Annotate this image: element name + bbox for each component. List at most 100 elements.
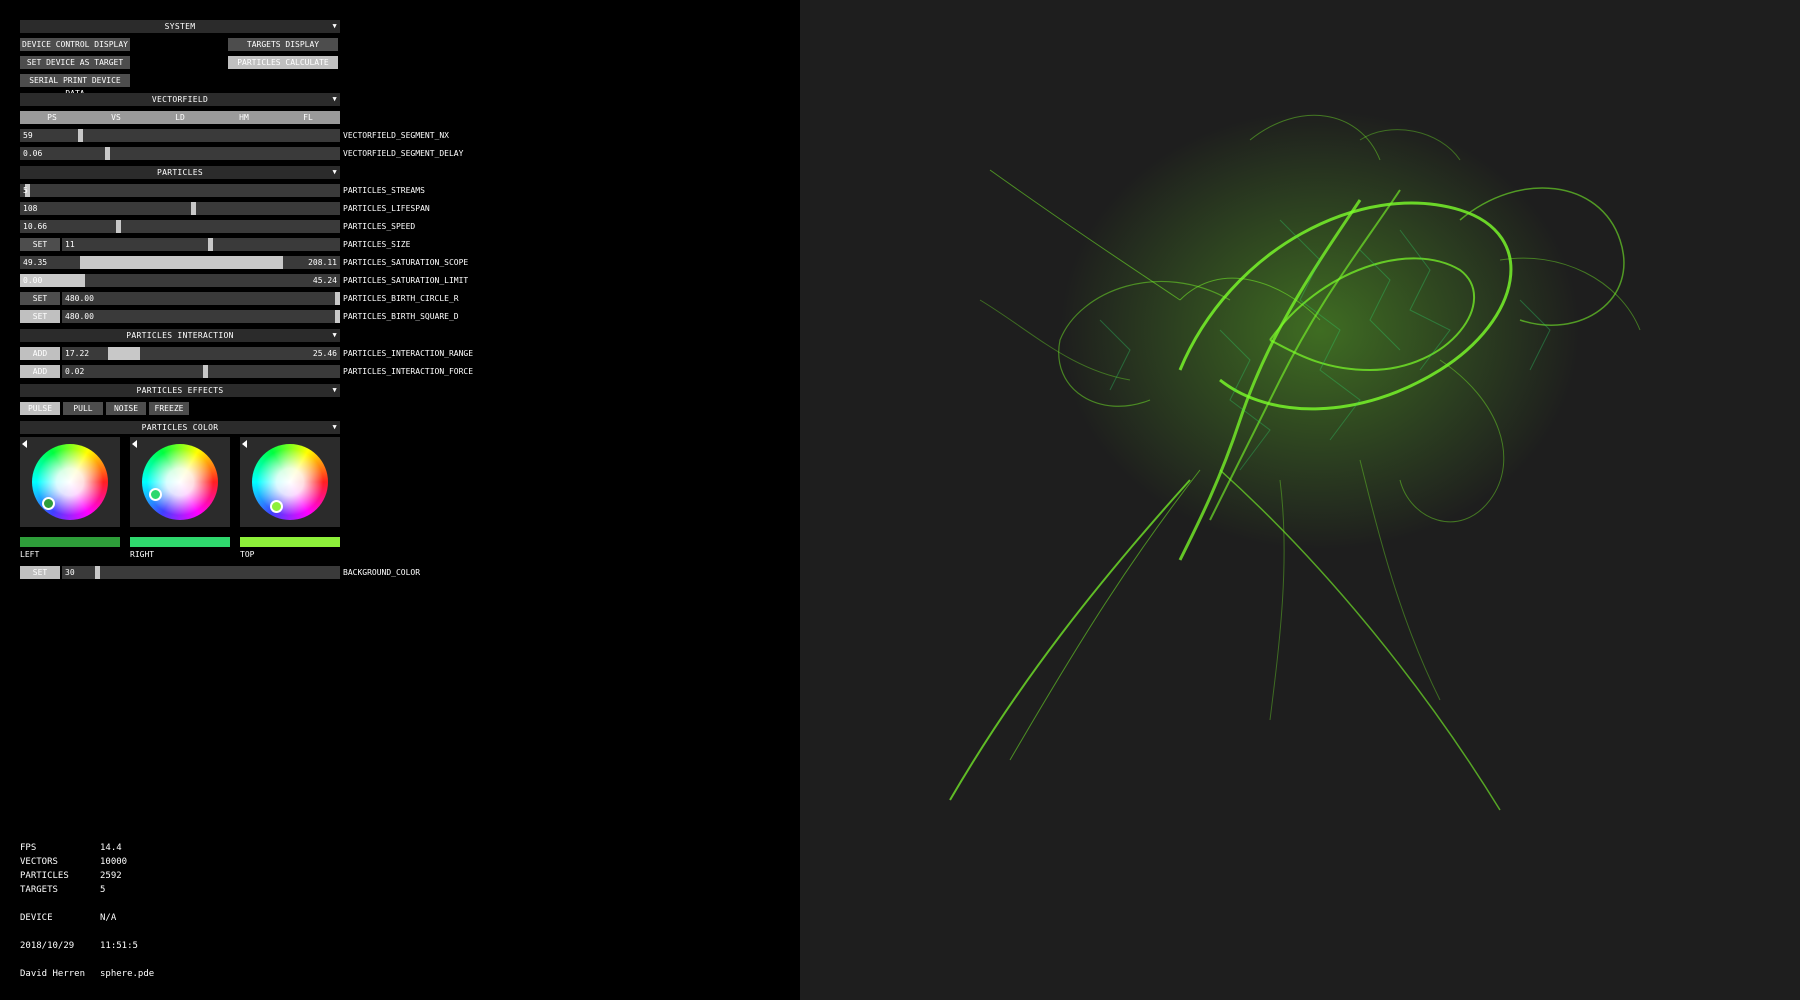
stat-value: 14.4	[100, 843, 122, 853]
slider-handle[interactable]	[208, 238, 213, 251]
interaction-force-label: PARTICLES_INTERACTION_FORCE	[343, 367, 474, 376]
time-text: 11:51:5	[100, 941, 138, 951]
slider-handle[interactable]	[78, 129, 83, 142]
stat-label: PARTICLES	[20, 871, 69, 881]
particles-group-header[interactable]: PARTICLES ▼	[20, 166, 340, 179]
vectorfield-segment-delay-slider[interactable]: 0.06	[20, 147, 340, 160]
particles-lifespan-label: PARTICLES_LIFESPAN	[343, 204, 430, 213]
particles-saturation-scope-label: PARTICLES_SATURATION_SCOPE	[343, 258, 469, 267]
vectorfield-mode-tabs: PS VS LD HM FL	[20, 111, 340, 124]
collapse-arrow-icon[interactable]: ▼	[332, 329, 337, 342]
slider-value: 11	[65, 240, 75, 249]
particles-lifespan-slider[interactable]: 108	[20, 202, 340, 215]
range-fill[interactable]	[80, 256, 283, 269]
system-header-label: SYSTEM	[164, 22, 196, 31]
particles-size-set-button[interactable]: SET	[20, 238, 60, 251]
color-wheel-left-label: LEFT	[20, 550, 40, 559]
particles-size-slider[interactable]: 11	[62, 238, 340, 251]
color-wheel-left[interactable]	[32, 444, 108, 520]
collapse-triangle-icon[interactable]	[242, 440, 247, 448]
tab-hm[interactable]: HM	[212, 111, 276, 124]
background-color-set-button[interactable]: SET	[20, 566, 60, 579]
particles-saturation-limit-label: PARTICLES_SATURATION_LIMIT	[343, 276, 469, 285]
slider-handle[interactable]	[335, 292, 340, 305]
interaction-range-add-button[interactable]: ADD	[20, 347, 60, 360]
vectorfield-segment-delay-label: VECTORFIELD_SEGMENT_DELAY	[343, 149, 464, 158]
collapse-arrow-icon[interactable]: ▼	[332, 384, 337, 397]
interaction-force-slider[interactable]: 0.02	[62, 365, 340, 378]
slider-value: 59	[23, 131, 33, 140]
vectorfield-group-header[interactable]: VECTORFIELD ▼	[20, 93, 340, 106]
color-group-header[interactable]: PARTICLES COLOR ▼	[20, 421, 340, 434]
color-picker-marker[interactable]	[149, 488, 162, 501]
slider-handle[interactable]	[203, 365, 208, 378]
interaction-range-range[interactable]: 17.22 25.46	[62, 347, 340, 360]
freeze-button[interactable]: FREEZE	[149, 402, 189, 415]
collapse-triangle-icon[interactable]	[132, 440, 137, 448]
particles-streams-slider[interactable]: 5	[20, 184, 340, 197]
date-text: 2018/10/29	[20, 941, 75, 951]
effects-header-label: PARTICLES EFFECTS	[136, 386, 224, 395]
background-color-slider[interactable]: 30	[62, 566, 340, 579]
targets-display-button[interactable]: TARGETS DISPLAY	[228, 38, 338, 51]
tab-ps[interactable]: PS	[20, 111, 84, 124]
vectorfield-segment-nx-label: VECTORFIELD_SEGMENT_NX	[343, 131, 449, 140]
slider-handle[interactable]	[116, 220, 121, 233]
particles-header-label: PARTICLES	[156, 168, 204, 177]
collapse-triangle-icon[interactable]	[22, 440, 27, 448]
particles-saturation-limit-range[interactable]: 0.00 45.24	[20, 274, 340, 287]
color-header-label: PARTICLES COLOR	[141, 423, 219, 432]
pulse-button[interactable]: PULSE	[20, 402, 60, 415]
device-control-display-button[interactable]: DEVICE CONTROL DISPLAY	[20, 38, 130, 51]
particles-birth-circle-r-slider[interactable]: 480.00	[62, 292, 340, 305]
color-wheel-right[interactable]	[142, 444, 218, 520]
color-wheel-right-panel	[130, 437, 230, 527]
slider-value: 5	[23, 186, 28, 195]
tab-ld[interactable]: LD	[148, 111, 212, 124]
color-wheel-top-panel	[240, 437, 340, 527]
color-swatch-left	[20, 537, 120, 547]
particle-glow	[1060, 110, 1580, 550]
color-wheel-top[interactable]	[252, 444, 328, 520]
tab-vs[interactable]: VS	[84, 111, 148, 124]
color-picker-marker[interactable]	[42, 497, 55, 510]
tab-fl[interactable]: FL	[276, 111, 340, 124]
interaction-force-add-button[interactable]: ADD	[20, 365, 60, 378]
particle-visualization-canvas[interactable]	[800, 0, 1800, 1000]
particles-size-label: PARTICLES_SIZE	[343, 240, 411, 249]
slider-value: 108	[23, 204, 38, 213]
noise-button[interactable]: NOISE	[106, 402, 146, 415]
color-swatch-right	[130, 537, 230, 547]
color-wheel-top-label: TOP	[240, 550, 255, 559]
slider-handle[interactable]	[95, 566, 100, 579]
slider-handle[interactable]	[335, 310, 340, 323]
collapse-arrow-icon[interactable]: ▼	[332, 166, 337, 179]
particles-calculate-button[interactable]: PARTICLES CALCULATE	[228, 56, 338, 69]
serial-print-device-data-button[interactable]: SERIAL PRINT DEVICE DATA	[20, 74, 130, 98]
stat-label: DEVICE	[20, 913, 53, 923]
interaction-group-header[interactable]: PARTICLES INTERACTION ▼	[20, 329, 340, 342]
particles-birth-square-set-button[interactable]: SET	[20, 310, 60, 323]
collapse-arrow-icon[interactable]: ▼	[332, 20, 337, 33]
particles-birth-circle-r-label: PARTICLES_BIRTH_CIRCLE_R	[343, 294, 459, 303]
collapse-arrow-icon[interactable]: ▼	[332, 421, 337, 434]
system-group-header[interactable]: SYSTEM ▼	[20, 20, 340, 33]
color-wheel-right-label: RIGHT	[130, 550, 155, 559]
vectorfield-segment-nx-slider[interactable]: 59	[20, 129, 340, 142]
interaction-header-label: PARTICLES INTERACTION	[126, 331, 234, 340]
particles-speed-slider[interactable]: 10.66	[20, 220, 340, 233]
collapse-arrow-icon[interactable]: ▼	[332, 93, 337, 106]
range-fill[interactable]	[108, 347, 140, 360]
particles-saturation-scope-range[interactable]: 49.35 208.11	[20, 256, 340, 269]
range-min-value: 17.22	[65, 349, 90, 358]
slider-handle[interactable]	[191, 202, 196, 215]
color-swatch-top	[240, 537, 340, 547]
slider-value: 10.66	[23, 222, 48, 231]
set-device-as-target-button[interactable]: SET DEVICE AS TARGET	[20, 56, 130, 69]
effects-group-header[interactable]: PARTICLES EFFECTS ▼	[20, 384, 340, 397]
particles-birth-square-d-slider[interactable]: 480.00	[62, 310, 340, 323]
pull-button[interactable]: PULL	[63, 402, 103, 415]
color-picker-marker[interactable]	[270, 500, 283, 513]
particles-birth-circle-set-button[interactable]: SET	[20, 292, 60, 305]
slider-handle[interactable]	[105, 147, 110, 160]
